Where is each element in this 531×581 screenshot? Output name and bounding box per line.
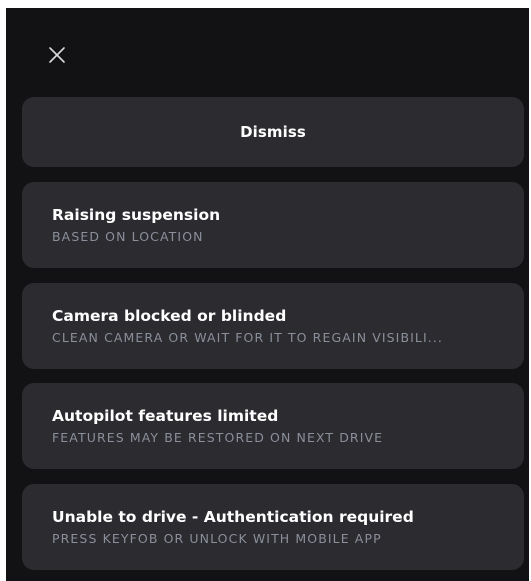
alert-subtitle: CLEAN CAMERA OR WAIT FOR IT TO REGAIN VI…: [52, 329, 444, 345]
alert-title: Autopilot features limited: [52, 406, 279, 425]
alerts-panel: Dismiss Raising suspension BASED ON LOCA…: [6, 8, 529, 581]
alert-card-unable-to-drive[interactable]: Unable to drive - Authentication require…: [22, 484, 524, 570]
dismiss-button[interactable]: Dismiss: [22, 97, 524, 167]
alert-card-camera-blocked[interactable]: Camera blocked or blinded CLEAN CAMERA O…: [22, 283, 524, 369]
close-button[interactable]: [44, 42, 70, 68]
alert-subtitle: PRESS KEYFOB OR UNLOCK WITH MOBILE APP: [52, 530, 382, 546]
dismiss-label: Dismiss: [240, 123, 306, 141]
alert-title: Unable to drive - Authentication require…: [52, 507, 414, 526]
alert-title: Raising suspension: [52, 205, 221, 224]
alert-title: Camera blocked or blinded: [52, 306, 287, 325]
alert-card-raising-suspension[interactable]: Raising suspension BASED ON LOCATION: [22, 182, 524, 268]
close-icon: [49, 47, 65, 63]
alert-subtitle: BASED ON LOCATION: [52, 228, 204, 244]
alert-subtitle: FEATURES MAY BE RESTORED ON NEXT DRIVE: [52, 429, 384, 445]
alert-card-autopilot-limited[interactable]: Autopilot features limited FEATURES MAY …: [22, 383, 524, 469]
